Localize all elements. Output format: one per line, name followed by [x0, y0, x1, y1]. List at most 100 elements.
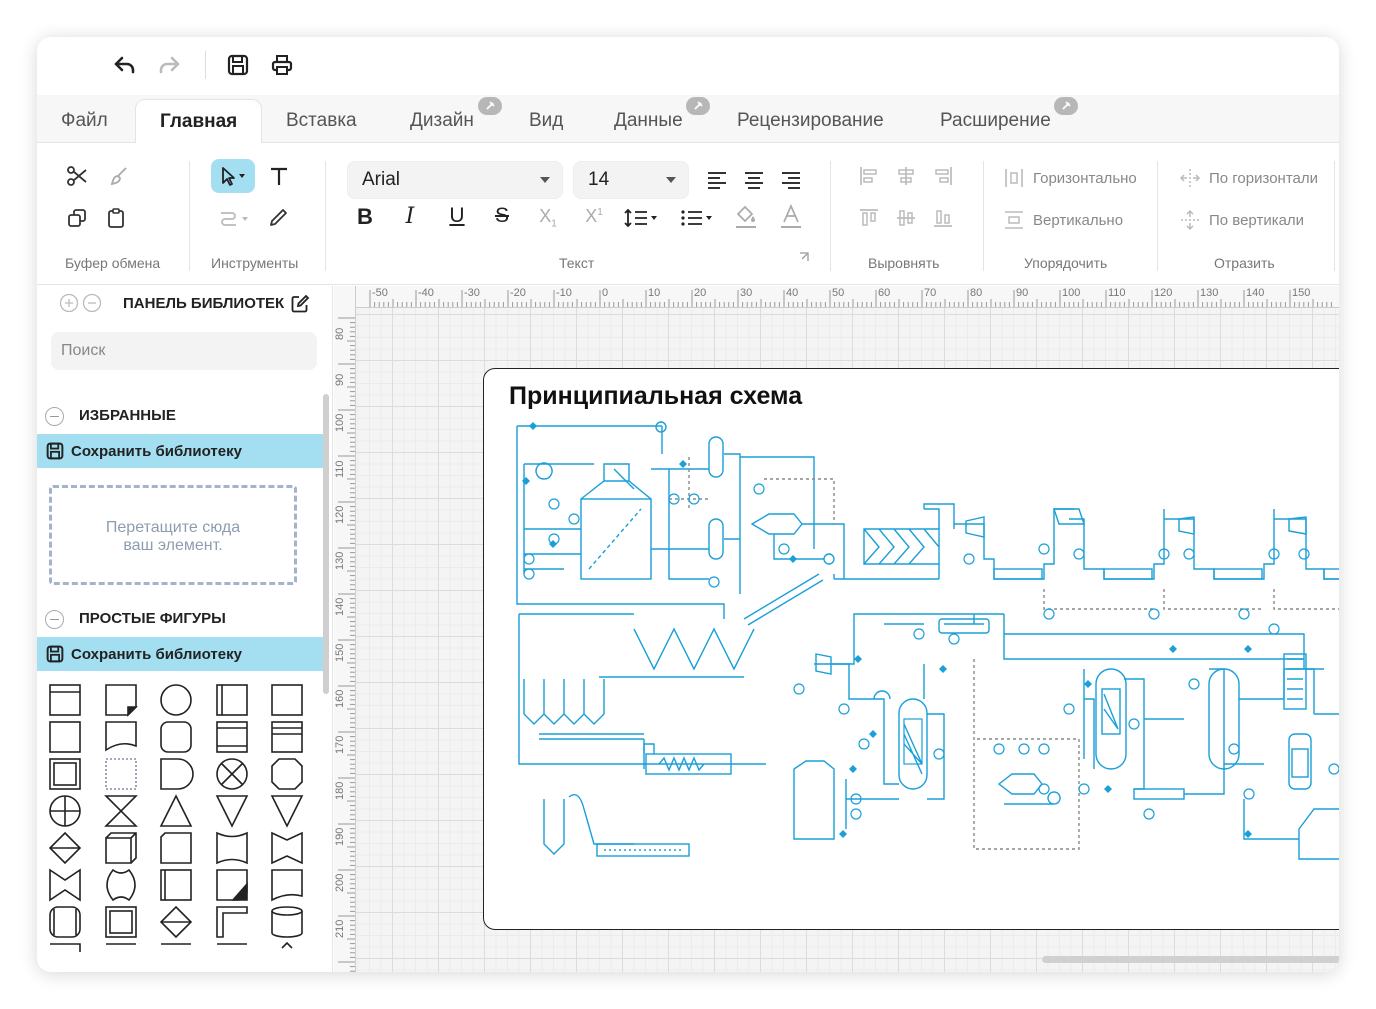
ruler-label: 100	[334, 413, 346, 432]
save-library-button[interactable]: Сохранить библиотеку	[37, 637, 323, 671]
text-tool-button[interactable]	[262, 159, 296, 193]
ruler-label: 40	[786, 287, 799, 299]
clipboard-icon	[108, 208, 124, 228]
tab-home[interactable]: Главная	[135, 99, 263, 145]
dropzone-line-2: ваш элемент.	[123, 537, 223, 554]
paint-bucket-icon	[736, 205, 756, 228]
diagram-page[interactable]: Принципиальная схема	[483, 368, 1339, 930]
align-shapes-top-button[interactable]	[852, 201, 886, 235]
vertical-ruler: 80 90 100 110 120 130 140 150 160 170 180 190 200 210…	[334, 286, 356, 972]
canvas-horizontal-scrollbar[interactable]	[1042, 956, 1339, 963]
strikethrough-button[interactable]: S	[485, 204, 519, 273]
tab-view[interactable]: Вид	[529, 99, 563, 143]
flip-vertical-button[interactable]: По вертикали	[1179, 209, 1304, 231]
align-shapes-right-button[interactable]	[926, 159, 960, 193]
process-flow-diagram[interactable]	[484, 369, 1339, 930]
expand-all-icon[interactable]	[59, 293, 79, 313]
align-shapes-left-button[interactable]	[852, 159, 886, 193]
select-tool-button[interactable]	[211, 159, 255, 193]
align-right-button[interactable]	[774, 163, 808, 197]
ruler-label: 100	[1062, 287, 1081, 299]
redo-button[interactable]	[151, 47, 187, 83]
ruler-label: 160	[334, 689, 346, 708]
connector-tool-button[interactable]	[213, 201, 257, 235]
distribute-horizontal-button[interactable]: Горизонтально	[1003, 167, 1137, 189]
text-icon	[271, 167, 287, 185]
ruler-label: 200	[334, 873, 346, 892]
strikethrough-icon: S	[494, 204, 509, 227]
cut-button[interactable]	[60, 159, 94, 193]
shape-palette[interactable]	[45, 680, 325, 972]
align-top-icon	[860, 209, 878, 226]
section-simple-shapes[interactable]: ПРОСТЫЕ ФИГУРЫ	[37, 603, 323, 635]
format-painter-button[interactable]	[102, 159, 136, 193]
align-left-button[interactable]	[700, 163, 734, 197]
diagram-canvas[interactable]: -50 -40 -30 -20 -10 0 10 20 30 40 50 60 70 80 90 100 110…	[334, 286, 1339, 972]
distribute-vertical-button[interactable]: Вертикально	[1003, 209, 1123, 231]
font-family-value: Arial	[362, 169, 401, 190]
underline-button[interactable]: U	[440, 204, 474, 273]
library-panel-title: ПАНЕЛЬ БИБЛИОТЕК	[123, 295, 285, 312]
ruler-label: 60	[878, 287, 891, 299]
ruler-label: 150	[1292, 287, 1311, 299]
font-size-select[interactable]: 14	[573, 161, 689, 199]
line-spacing-button[interactable]	[621, 201, 663, 235]
pencil-tool-button[interactable]	[261, 201, 295, 235]
print-button[interactable]	[264, 47, 300, 83]
save-button[interactable]	[220, 47, 256, 83]
tab-data[interactable]: Данные	[614, 99, 683, 143]
favorites-dropzone[interactable]: Перетащите сюда ваш элемент.	[49, 485, 297, 585]
fill-color-button[interactable]	[729, 201, 763, 235]
align-shapes-center-button[interactable]	[889, 159, 923, 193]
text-settings-launcher[interactable]	[794, 247, 814, 267]
text-align-center-icon	[745, 172, 763, 189]
tab-review[interactable]: Рецензирование	[737, 99, 884, 143]
group-separator	[325, 161, 326, 271]
align-center-button[interactable]	[737, 163, 771, 197]
undo-button[interactable]	[107, 47, 143, 83]
group-separator	[189, 161, 190, 271]
ruler-label: -30	[464, 287, 480, 299]
collapse-section-icon	[45, 610, 64, 629]
ribbon-tabs: Файл Главная Вставка Дизайн Вид Данные Р…	[37, 95, 1339, 145]
save-icon	[46, 442, 64, 460]
font-color-button[interactable]	[774, 201, 808, 235]
font-family-select[interactable]: Arial	[347, 161, 563, 199]
bold-button[interactable]: B	[348, 204, 382, 273]
ruler-label: -20	[510, 287, 526, 299]
section-favorites[interactable]: ИЗБРАННЫЕ	[37, 400, 323, 432]
pin-icon	[478, 97, 502, 115]
pin-icon	[686, 97, 710, 115]
dropzone-line-1: Перетащите сюда	[105, 519, 241, 536]
ribbon: Буфер обмена Инструменты Arial 14 B I U …	[37, 143, 1339, 285]
paste-button[interactable]	[99, 201, 133, 235]
tab-insert[interactable]: Вставка	[286, 99, 357, 143]
collapse-all-icon[interactable]	[82, 293, 102, 313]
list-button[interactable]	[677, 201, 719, 235]
panel-scrollbar[interactable]	[323, 394, 329, 694]
edit-icon[interactable]	[290, 294, 310, 314]
print-icon	[271, 54, 293, 75]
superscript-icon: X1	[585, 206, 603, 226]
tab-extensions[interactable]: Расширение	[940, 99, 1051, 143]
section-favorites-label: ИЗБРАННЫЕ	[79, 407, 176, 424]
distribute-horizontal-label: Горизонтально	[1033, 169, 1137, 187]
ruler-label: 120	[1154, 287, 1173, 299]
subscript-icon: X1	[539, 206, 557, 230]
line-spacing-icon	[624, 208, 657, 228]
library-search-input[interactable]	[51, 332, 317, 370]
save-icon	[46, 645, 64, 663]
redo-icon	[159, 56, 180, 73]
tab-design[interactable]: Дизайн	[410, 99, 474, 143]
align-shapes-middle-button[interactable]	[889, 201, 923, 235]
text-align-left-icon	[708, 172, 726, 189]
flip-horizontal-button[interactable]: По горизонтали	[1179, 167, 1318, 189]
italic-button[interactable]: I	[393, 204, 427, 273]
pencil-icon	[270, 209, 287, 226]
ruler-label: 80	[334, 327, 346, 340]
copy-button[interactable]	[60, 201, 94, 235]
save-library-button[interactable]: Сохранить библиотеку	[37, 434, 323, 468]
align-shapes-bottom-button[interactable]	[926, 201, 960, 235]
ruler-label: 0	[602, 287, 609, 299]
tab-file[interactable]: Файл	[61, 99, 108, 143]
